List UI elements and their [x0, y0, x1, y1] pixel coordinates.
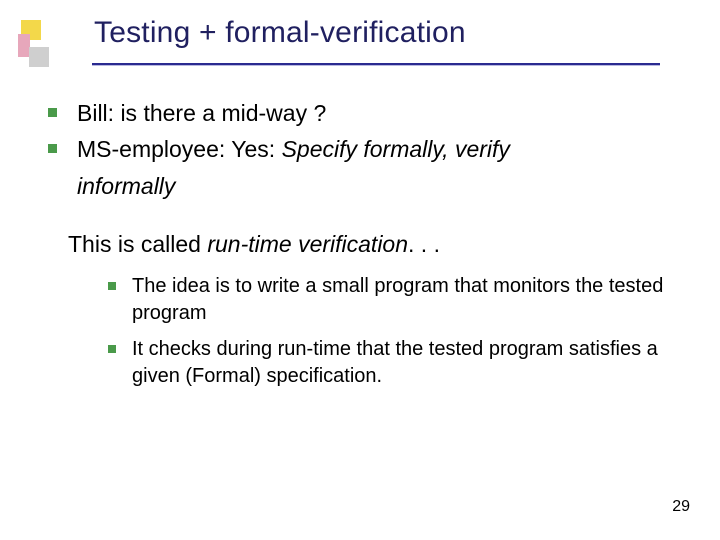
bullet-level1: Bill: is there a mid-way ?: [48, 98, 680, 128]
bullet-prefix: MS-employee: Yes:: [77, 136, 282, 162]
mid-italic: run-time verification: [207, 231, 408, 257]
bullet-level1: MS-employee: Yes: Specify formally, veri…: [48, 134, 680, 164]
mid-suffix: . . .: [408, 231, 440, 257]
slide: Testing + formal-verification Bill: is t…: [0, 0, 720, 540]
mid-sentence: This is called run-time verification. . …: [68, 229, 680, 259]
bullet-text: MS-employee: Yes: Specify formally, veri…: [77, 134, 680, 164]
bullet-text: It checks during run-time that the teste…: [132, 336, 680, 389]
bullet-text: The idea is to write a small program tha…: [132, 273, 680, 326]
title-underline: [92, 63, 660, 65]
bullet-continuation: informally: [77, 171, 680, 201]
bullet-level2: It checks during run-time that the teste…: [108, 336, 680, 389]
bullet-level2: The idea is to write a small program tha…: [108, 273, 680, 326]
square-bullet-icon: [108, 345, 116, 353]
page-number: 29: [672, 498, 690, 516]
bullet-text: Bill: is there a mid-way ?: [77, 98, 680, 128]
square-bullet-icon: [108, 282, 116, 290]
bullet-italic: Specify formally, verify: [282, 136, 510, 162]
mid-prefix: This is called: [68, 231, 207, 257]
deco-square-gray: [29, 47, 49, 67]
square-bullet-icon: [48, 108, 57, 117]
square-bullet-icon: [48, 144, 57, 153]
content-area: Bill: is there a mid-way ? MS-employee: …: [48, 98, 680, 389]
page-title: Testing + formal-verification: [94, 16, 466, 50]
